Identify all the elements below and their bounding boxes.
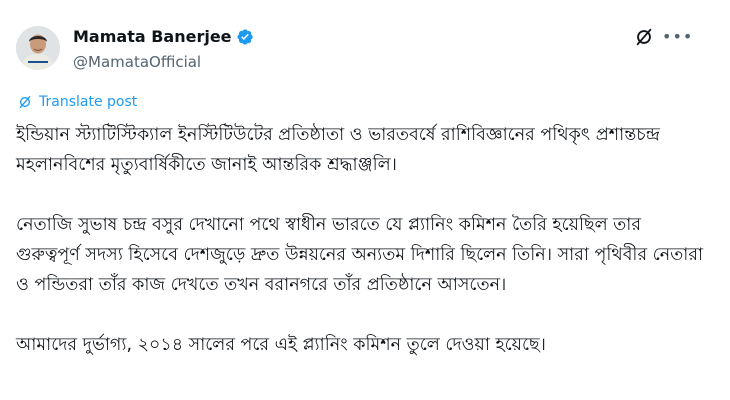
- post-paragraph: নেতাজি সুভাষ চন্দ্র বসুর দেখানো পথে স্বা…: [16, 215, 704, 295]
- author-handle[interactable]: @MamataOfficial: [73, 52, 201, 72]
- avatar-image: [16, 26, 60, 70]
- translate-post-link[interactable]: Translate post: [17, 93, 137, 111]
- post-card: Mamata Banerjee @MamataOfficial ••• Tran…: [0, 0, 730, 400]
- post-body: ইন্ডিয়ান স্ট্যাটিস্টিক্যাল ইনস্টিটিউটের…: [16, 120, 706, 390]
- translate-icon: [19, 96, 31, 108]
- author-name[interactable]: Mamata Banerjee: [73, 27, 232, 47]
- post-paragraph: আমাদের দুর্ভাগ্য, ২০১৪ সালের পরে এই প্ল্…: [16, 335, 546, 355]
- author-name-row[interactable]: Mamata Banerjee: [73, 27, 254, 47]
- more-options-icon[interactable]: •••: [662, 25, 692, 49]
- avatar[interactable]: [16, 26, 60, 70]
- post-paragraph: ইন্ডিয়ান স্ট্যাটিস্টিক্যাল ইনস্টিটিউটের…: [16, 125, 660, 175]
- translate-label[interactable]: Translate post: [39, 93, 137, 111]
- verified-badge-icon: [236, 29, 253, 45]
- grok-icon[interactable]: [633, 26, 655, 48]
